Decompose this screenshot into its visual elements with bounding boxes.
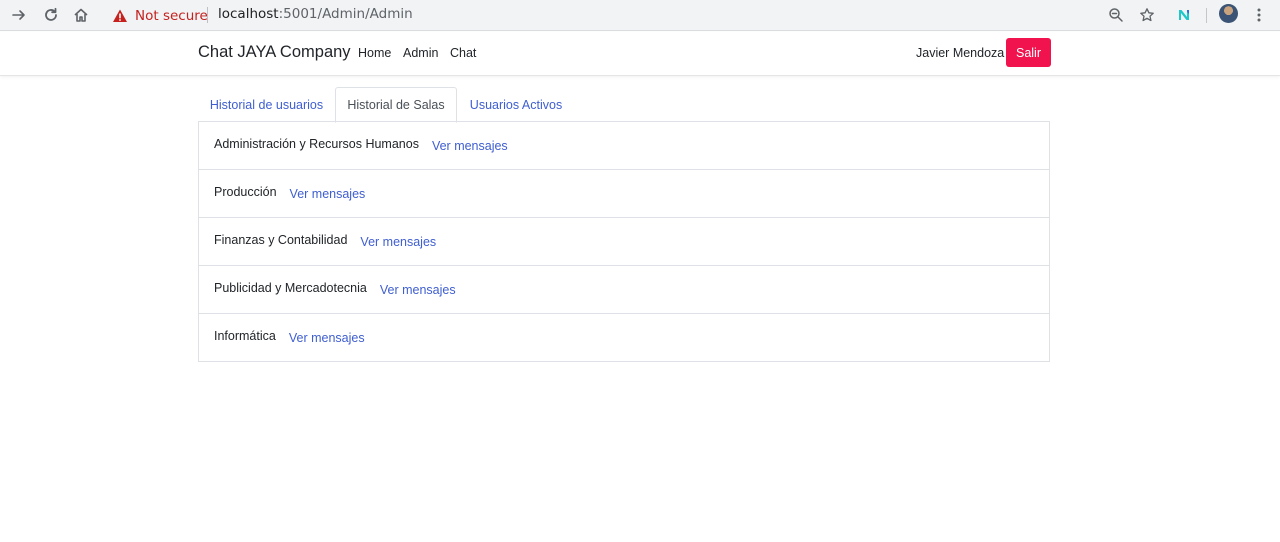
room-name: Finanzas y Contabilidad	[214, 232, 348, 247]
nav-link-chat[interactable]: Chat	[450, 46, 476, 60]
address-bar[interactable]: localhost:5001/Admin/Admin	[218, 6, 413, 22]
list-item: Administración y Recursos Humanos Ver me…	[199, 121, 1049, 169]
url-path: :5001/Admin/Admin	[278, 6, 413, 22]
room-name: Publicidad y Mercadotecnia	[214, 280, 367, 295]
view-messages-link[interactable]: Ver mensajes	[432, 139, 508, 153]
security-indicator[interactable]: Not secure	[112, 7, 208, 24]
tab-usuarios-activos[interactable]: Usuarios Activos	[457, 87, 575, 122]
room-name: Producción	[214, 184, 277, 199]
rooms-list: Administración y Recursos Humanos Ver me…	[198, 121, 1050, 362]
list-item: Producción Ver mensajes	[199, 169, 1049, 217]
extension-icon[interactable]	[1174, 5, 1194, 25]
warning-icon	[113, 9, 127, 22]
tab-bar: Historial de usuarios Historial de Salas…	[198, 87, 1050, 123]
security-label: Not secure	[135, 7, 208, 24]
home-icon[interactable]	[70, 4, 92, 26]
reload-icon[interactable]	[40, 4, 62, 26]
view-messages-link[interactable]: Ver mensajes	[360, 235, 436, 249]
browser-toolbar: Not secure localhost:5001/Admin/Admin	[0, 0, 1280, 31]
room-name: Administración y Recursos Humanos	[214, 136, 419, 151]
url-host: localhost	[218, 6, 279, 22]
view-messages-link[interactable]: Ver mensajes	[289, 331, 365, 345]
nav-link-admin[interactable]: Admin	[403, 46, 438, 60]
view-messages-link[interactable]: Ver mensajes	[290, 187, 366, 201]
view-messages-link[interactable]: Ver mensajes	[380, 283, 456, 297]
avatar[interactable]	[1219, 4, 1238, 23]
forward-arrow-icon[interactable]	[8, 4, 30, 26]
logout-button[interactable]: Salir	[1006, 38, 1051, 67]
list-item: Finanzas y Contabilidad Ver mensajes	[199, 217, 1049, 265]
nav-link-home[interactable]: Home	[358, 46, 391, 60]
tab-historial-salas[interactable]: Historial de Salas	[335, 87, 457, 123]
tab-historial-usuarios[interactable]: Historial de usuarios	[198, 87, 335, 122]
url-divider	[207, 7, 208, 23]
toolbar-divider	[1206, 8, 1207, 23]
room-name: Informática	[214, 328, 276, 343]
user-name: Javier Mendoza	[916, 46, 1005, 60]
list-item: Informática Ver mensajes	[199, 313, 1049, 361]
star-icon[interactable]	[1137, 5, 1157, 25]
brand-link[interactable]: Chat JAYA Company	[198, 43, 351, 62]
list-item: Publicidad y Mercadotecnia Ver mensajes	[199, 265, 1049, 313]
menu-icon[interactable]	[1249, 5, 1269, 25]
app-navbar: Chat JAYA Company Home Admin Chat Javier…	[0, 32, 1280, 76]
zoom-icon[interactable]	[1106, 5, 1126, 25]
